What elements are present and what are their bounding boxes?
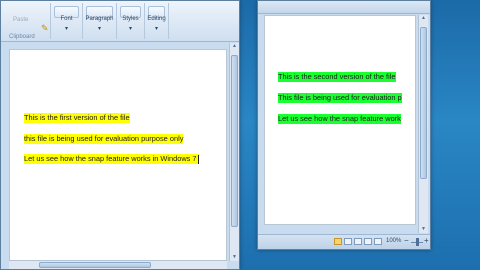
horizontal-scroll-thumb[interactable] <box>39 262 151 268</box>
document-line-text: Let us see how the snap feature works in… <box>24 154 197 163</box>
chevron-down-icon: ▾ <box>154 26 158 32</box>
vertical-scroll-thumb[interactable] <box>231 55 238 227</box>
window-top-bar <box>258 1 430 14</box>
scroll-down-icon[interactable]: ▼ <box>230 254 239 261</box>
draft-view-icon[interactable] <box>374 238 382 245</box>
zoom-in-icon[interactable]: + <box>424 236 429 245</box>
editing-group-label: Editing <box>147 16 166 22</box>
font-group[interactable]: Font ▾ <box>51 3 83 39</box>
clipboard-group: Paste ✎ Clipboard <box>1 3 51 40</box>
zoom-slider-knob[interactable] <box>416 238 419 246</box>
font-group-label: Font <box>60 16 73 22</box>
scroll-up-icon[interactable]: ▲ <box>419 15 428 22</box>
vertical-scroll-thumb[interactable] <box>420 27 427 179</box>
editing-group[interactable]: Editing ▾ <box>145 3 169 39</box>
chevron-down-icon: ▾ <box>97 26 101 32</box>
styles-group-label: Styles <box>122 16 139 22</box>
document-page[interactable]: This is the first version of the file th… <box>9 49 227 263</box>
document-line[interactable]: Let us see how the snap feature work <box>278 114 401 124</box>
right-document-window[interactable]: This is the second version of the file T… <box>257 0 431 250</box>
print-layout-view-icon[interactable] <box>334 238 342 245</box>
outline-view-icon[interactable] <box>364 238 372 245</box>
paragraph-group[interactable]: Paragraph ▾ <box>83 3 117 39</box>
document-line[interactable]: This is the first version of the file <box>24 113 130 123</box>
vertical-scrollbar[interactable]: ▲ ▼ <box>229 43 239 261</box>
horizontal-scrollbar[interactable] <box>9 260 227 269</box>
zoom-out-icon[interactable]: − <box>404 236 409 245</box>
styles-group[interactable]: Styles ▾ <box>117 3 145 39</box>
document-page[interactable]: This is the second version of the file T… <box>264 15 416 225</box>
chevron-down-icon: ▾ <box>128 26 132 32</box>
clipboard-group-label: Clipboard <box>9 34 35 40</box>
document-line[interactable]: This file is being used for evaluation p <box>278 93 402 103</box>
format-painter-icon[interactable]: ✎ <box>41 23 49 33</box>
zoom-level[interactable]: 100% <box>386 238 401 244</box>
document-line[interactable]: Let us see how the snap feature works in… <box>24 154 199 164</box>
scroll-up-icon[interactable]: ▲ <box>230 43 239 50</box>
text-caret <box>197 154 199 164</box>
vertical-scrollbar[interactable]: ▲ ▼ <box>418 15 428 233</box>
document-line[interactable]: This is the second version of the file <box>278 72 396 82</box>
document-line[interactable]: this file is being used for evaluation p… <box>24 134 184 144</box>
left-document-window[interactable]: Paste ✎ Clipboard Font ▾ Paragraph ▾ Sty… <box>0 0 240 270</box>
paste-button-label[interactable]: Paste <box>13 17 28 23</box>
scroll-down-icon[interactable]: ▼ <box>419 226 428 233</box>
chevron-down-icon: ▾ <box>64 26 68 32</box>
ribbon: Paste ✎ Clipboard Font ▾ Paragraph ▾ Sty… <box>1 1 239 42</box>
paragraph-group-label: Paragraph <box>85 16 114 22</box>
full-screen-view-icon[interactable] <box>344 238 352 245</box>
status-bar: 100% − + <box>258 234 430 249</box>
web-layout-view-icon[interactable] <box>354 238 362 245</box>
